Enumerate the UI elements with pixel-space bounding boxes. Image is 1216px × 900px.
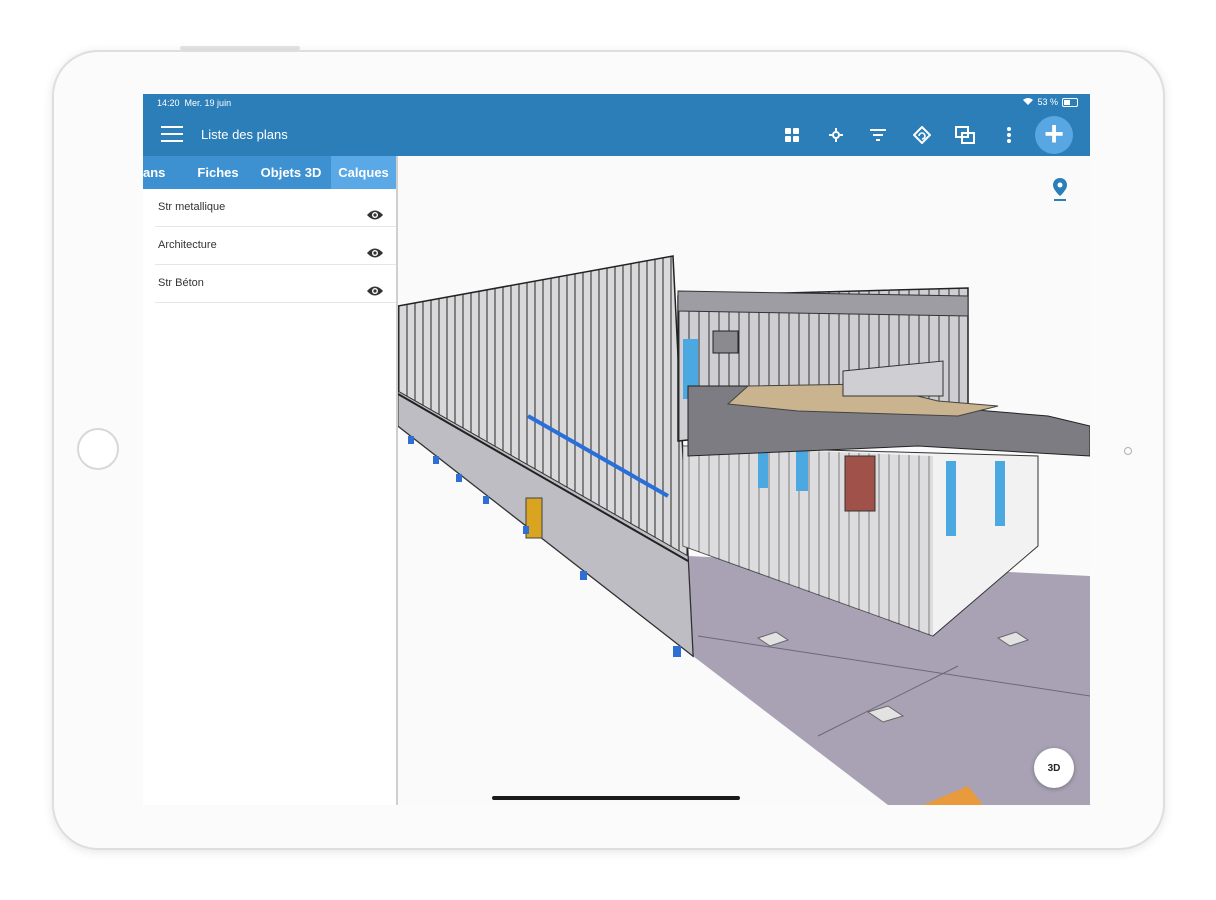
status-time: 14:20 Mer. 19 juin [157, 98, 231, 108]
window-blue [995, 461, 1005, 526]
grid-icon[interactable] [778, 121, 806, 149]
layer-item[interactable]: Str Béton [155, 265, 396, 303]
status-date: Mer. 19 juin [184, 98, 232, 108]
tab-objets-3d[interactable]: Objets 3D [251, 156, 331, 189]
layers-icon[interactable] [951, 121, 979, 149]
tab-fiches[interactable]: Fiches [185, 156, 251, 189]
building-model [397, 255, 1090, 805]
filter-icon[interactable] [864, 121, 892, 149]
target-icon[interactable] [822, 121, 850, 149]
layer-item[interactable]: Str metallique [155, 189, 396, 227]
wifi-icon [1023, 97, 1034, 107]
app-screen: 14:20 Mer. 19 juin 53 % Liste des plans … [143, 94, 1090, 805]
sidebar-panel: ans Fiches Objets 3D Calques Str metalli… [143, 156, 398, 805]
battery-icon [1062, 97, 1078, 107]
3d-view-button[interactable]: 3D [1034, 748, 1074, 788]
hamburger-menu-icon[interactable] [161, 126, 183, 143]
layer-label: Str metallique [158, 201, 226, 213]
app-bar: 14:20 Mer. 19 juin 53 % Liste des plans … [143, 94, 1090, 156]
tab-plans[interactable]: ans [143, 156, 185, 189]
layer-item[interactable]: Architecture [155, 227, 396, 265]
layer-label: Architecture [158, 239, 217, 251]
roof-edge [677, 290, 969, 317]
layer-list: Str metallique Architecture Str Béton [143, 189, 396, 303]
window-brown [844, 455, 876, 512]
tab-bar: ans Fiches Objets 3D Calques [143, 156, 396, 189]
more-vertical-icon[interactable] [995, 121, 1023, 149]
3d-viewer[interactable] [397, 156, 1090, 805]
window-blue [946, 461, 956, 536]
status-indicators: 53 % [1023, 97, 1078, 107]
roof-unit-small [712, 330, 739, 354]
front-camera [1124, 447, 1132, 455]
add-button[interactable]: + [1035, 116, 1073, 154]
location-pin-icon[interactable] [1053, 178, 1067, 207]
rotate-icon[interactable] [908, 121, 936, 149]
tab-calques[interactable]: Calques [331, 156, 396, 189]
home-button[interactable] [77, 428, 119, 470]
eye-icon[interactable] [366, 276, 384, 313]
layer-label: Str Béton [158, 277, 204, 289]
status-time-value: 14:20 [157, 98, 180, 108]
page-title: Liste des plans [201, 127, 288, 142]
battery-percent: 53 % [1037, 97, 1058, 107]
home-indicator [492, 796, 740, 800]
